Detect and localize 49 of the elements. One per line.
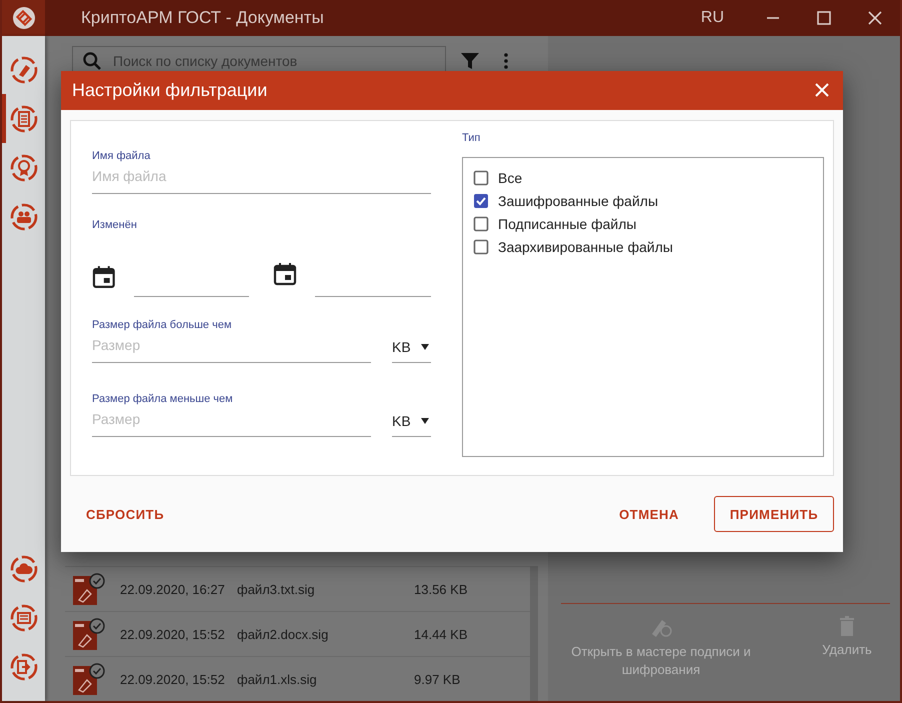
calendar-icon[interactable] <box>92 264 116 289</box>
type-option[interactable]: Зашифрованные файлы <box>473 190 813 213</box>
window-title: КриптоАРМ ГОСТ - Документы <box>81 8 325 28</box>
cloud-icon <box>10 554 38 582</box>
field-label: Имя файла <box>92 150 152 164</box>
exit-icon <box>10 652 38 680</box>
caret-icon <box>421 418 429 424</box>
calendar-icon[interactable] <box>273 262 298 286</box>
more-icon[interactable] <box>504 53 508 69</box>
document-date: 22.09.2020, 15:52 <box>120 672 226 686</box>
document-size: 14.44 KB <box>414 626 468 642</box>
unit-select[interactable]: KB <box>392 406 431 437</box>
document-size: 13.56 KB <box>414 582 468 596</box>
cancel-button[interactable]: ОТМЕНА <box>610 498 688 531</box>
dialog-title: Настройки фильтрации <box>72 80 268 101</box>
checkbox[interactable] <box>473 216 489 232</box>
unit-select[interactable]: KB <box>392 332 431 363</box>
app-logo-icon <box>12 6 36 30</box>
contacts-icon <box>10 202 38 230</box>
documents-icon <box>10 104 38 132</box>
document-name: файл2.docx.sig <box>237 626 330 642</box>
document-size: 9.97 KB <box>414 672 460 686</box>
reset-button[interactable]: СБРОСИТЬ <box>77 498 174 531</box>
signed-file-icon <box>72 617 106 651</box>
signed-file-icon <box>72 662 106 696</box>
signed-file-icon <box>72 572 106 606</box>
search-icon <box>83 52 101 70</box>
document-date: 22.09.2020, 15:52 <box>120 626 226 642</box>
checkbox[interactable] <box>473 170 489 186</box>
type-option[interactable]: Подписанные файлы <box>473 212 813 236</box>
document-name: файл3.txt.sig <box>237 582 316 596</box>
caret-icon <box>421 344 429 350</box>
checkbox[interactable] <box>473 193 489 210</box>
language-button[interactable]: RU <box>700 9 724 27</box>
field-label: Тип <box>462 132 482 146</box>
document-name: файл1.xls.sig <box>237 672 318 686</box>
trash-icon <box>837 614 857 638</box>
document-date: 22.09.2020, 16:27 <box>120 582 226 596</box>
field-label: Размер файла меньше чем <box>92 392 234 407</box>
certificates-icon <box>10 154 38 182</box>
journal-icon <box>10 604 38 632</box>
checkbox[interactable] <box>473 239 489 256</box>
field-label: Размер файла больше чем <box>92 318 233 333</box>
type-option[interactable]: Заархивированные файлы <box>473 236 813 259</box>
field-label: Изменён <box>92 218 138 233</box>
sign-icon <box>10 56 38 84</box>
type-option[interactable]: Все <box>473 166 813 190</box>
apply-button[interactable]: ПРИМЕНИТЬ <box>714 496 834 532</box>
close-icon[interactable] <box>815 83 829 98</box>
